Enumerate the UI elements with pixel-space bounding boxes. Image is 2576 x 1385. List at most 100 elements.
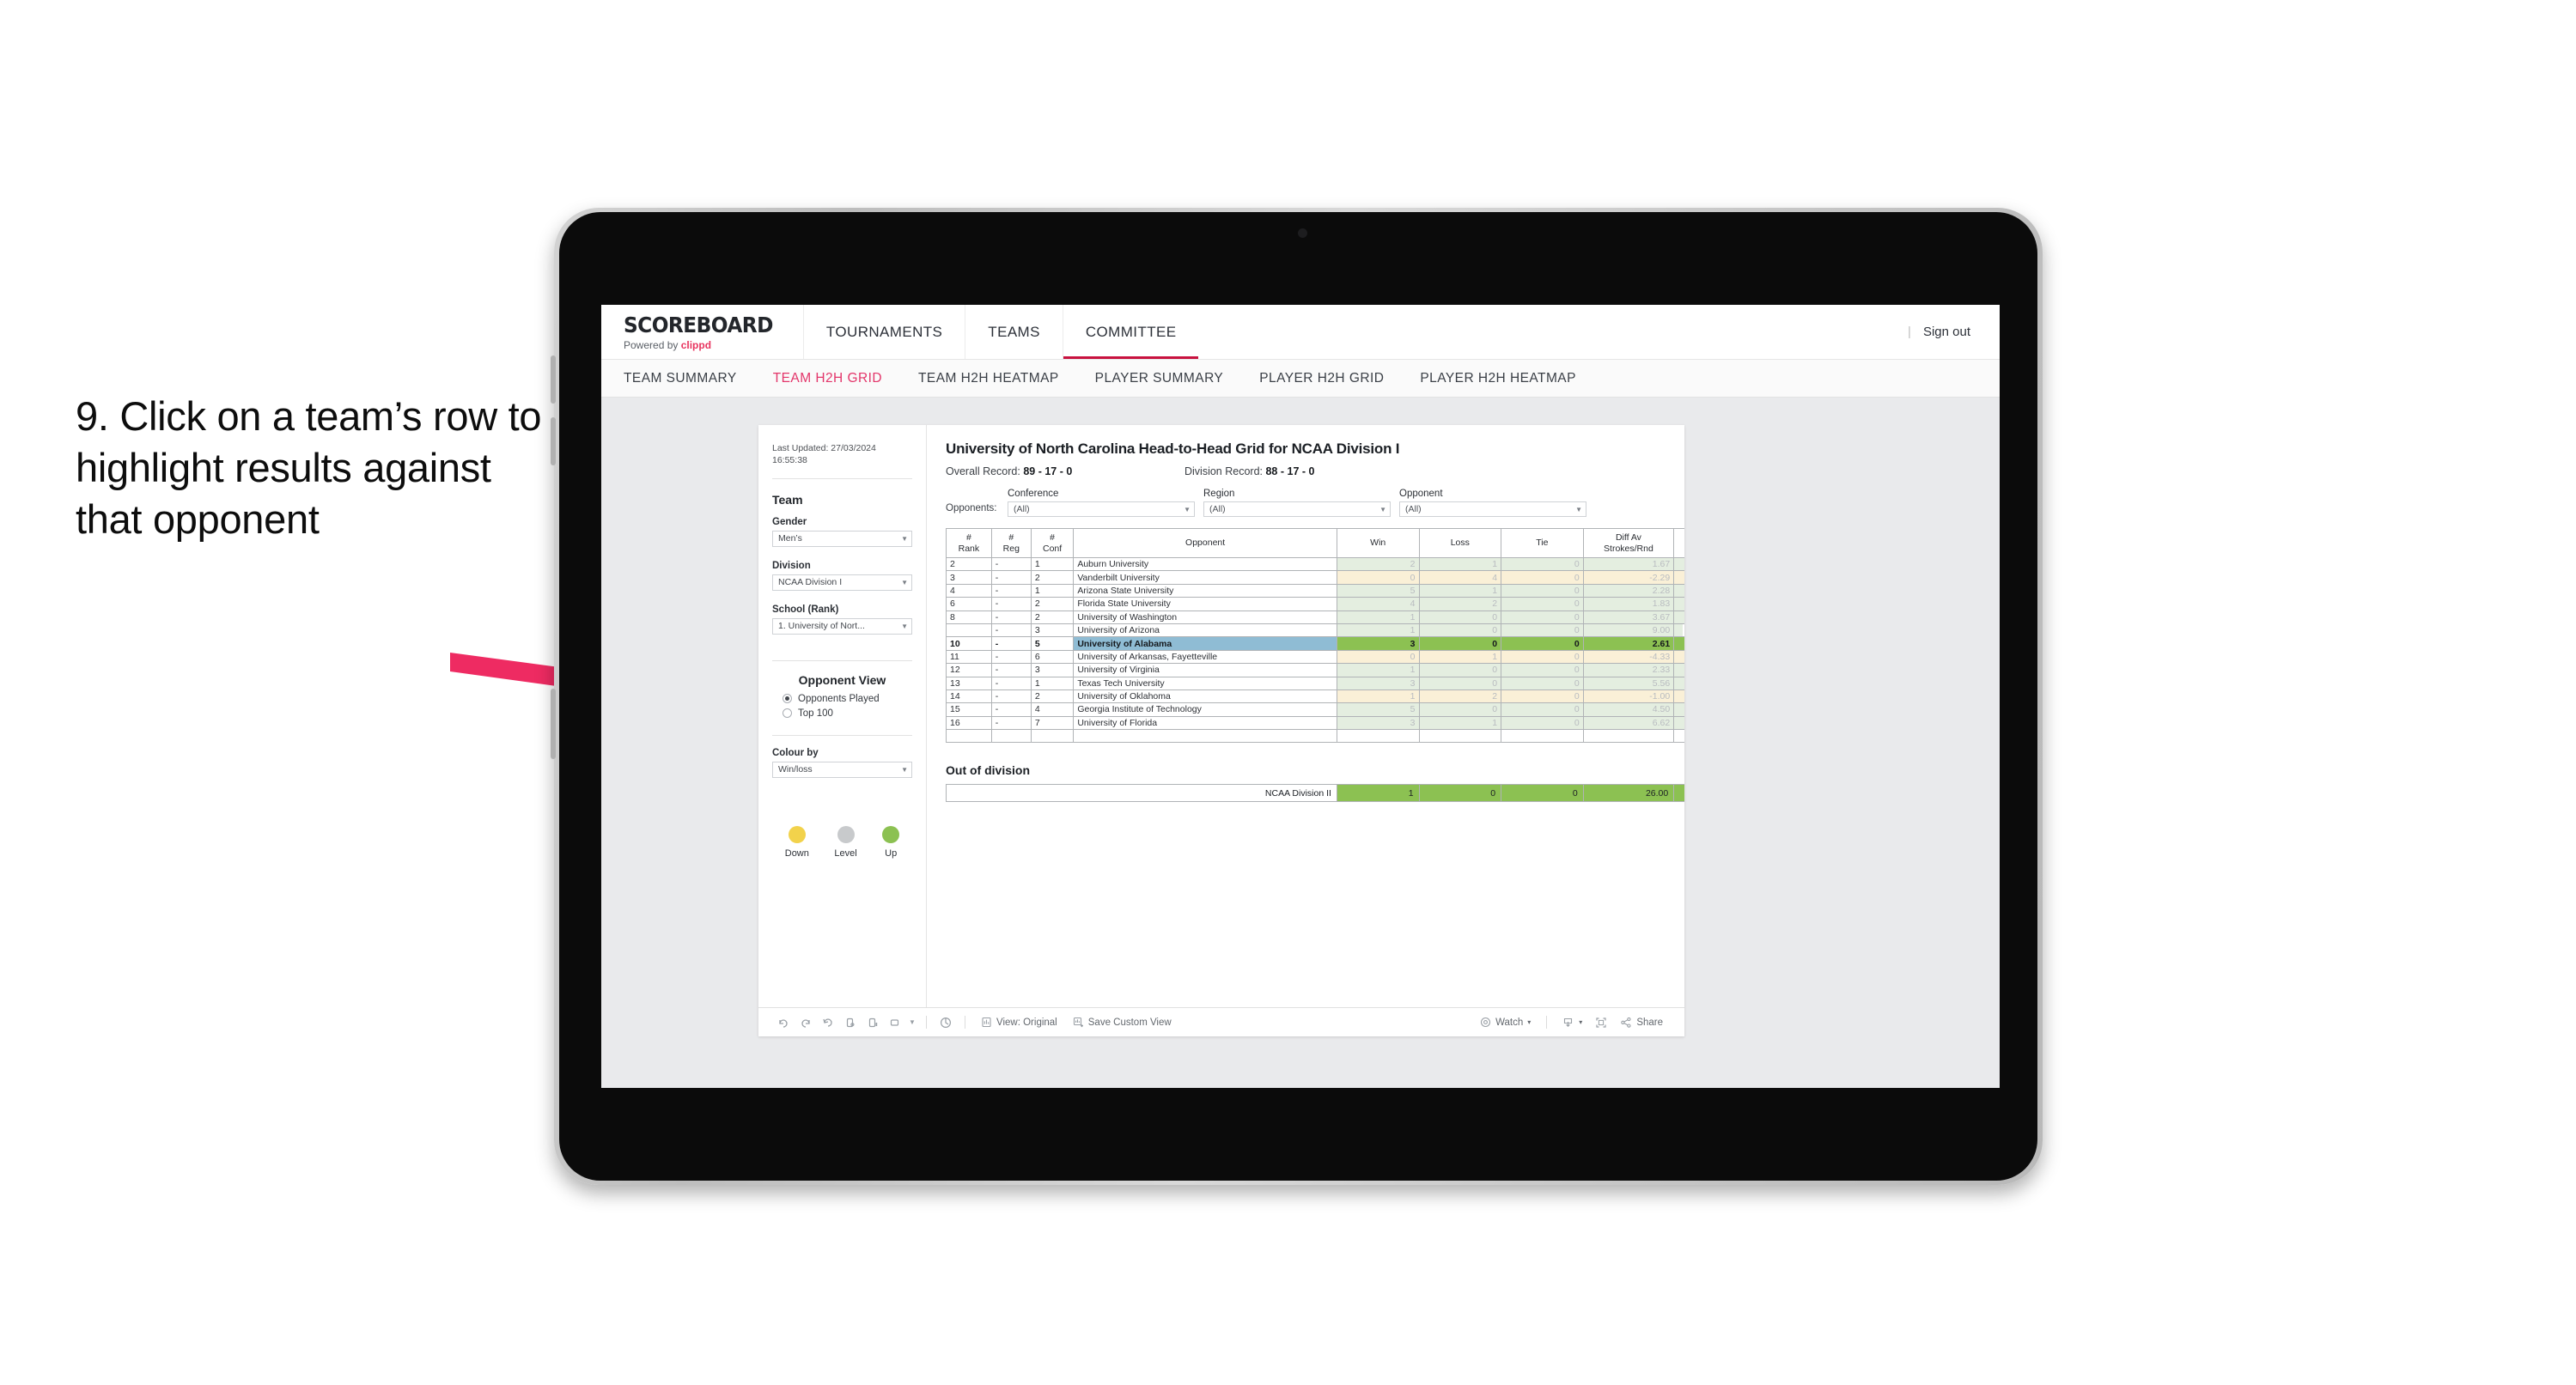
school-rank-select[interactable]: 1. University of Nort... ▼ — [772, 617, 912, 635]
tab-player-h2h-grid[interactable]: PLAYER H2H GRID — [1259, 371, 1384, 386]
colour-by-select[interactable]: Win/loss ▼ — [772, 761, 912, 778]
volume-up-button[interactable] — [551, 355, 556, 404]
division-record-value: 88 - 17 - 0 — [1265, 465, 1315, 477]
chevron-down-icon: ▼ — [901, 622, 908, 630]
cell-win: 3 — [1336, 676, 1420, 690]
gender-select[interactable]: Men’s ▼ — [772, 530, 912, 547]
cell-win: 1 — [1336, 689, 1420, 704]
cell-loss: 0 — [1418, 636, 1502, 651]
undo-icon[interactable] — [772, 1017, 795, 1029]
cell-tie: 0 — [1501, 636, 1584, 651]
radio-opponents-played-label: Opponents Played — [798, 693, 880, 704]
chevron-down-icon: ▼ — [1184, 505, 1191, 513]
cell-opponent: Texas Tech University — [1073, 676, 1337, 690]
radio-opponents-played[interactable]: Opponents Played — [772, 694, 912, 704]
tab-player-summary[interactable]: PLAYER SUMMARY — [1095, 371, 1224, 386]
cell-tie: 0 — [1501, 556, 1584, 572]
conference-filter-select[interactable]: (All) ▼ — [1008, 501, 1195, 517]
cell-win: 1 — [1336, 610, 1420, 624]
cell-loss: 0 — [1418, 702, 1502, 717]
secondary-nav: TEAM SUMMARY TEAM H2H GRID TEAM H2H HEAT… — [601, 360, 2000, 398]
pause-auto-update-icon[interactable] — [935, 1016, 957, 1030]
tab-player-h2h-heatmap[interactable]: PLAYER H2H HEATMAP — [1420, 371, 1576, 386]
refresh-icon[interactable] — [839, 1017, 862, 1029]
cell-diff: 1.83 — [1582, 597, 1675, 611]
viz-panel: University of North Carolina Head-to-Hea… — [927, 425, 1684, 1007]
gender-label: Gender — [772, 516, 807, 527]
chevron-down-icon: ▼ — [1379, 505, 1386, 513]
volume-down-button[interactable] — [551, 417, 556, 465]
spacer-cell — [1582, 729, 1675, 744]
table-row[interactable]: 15-4 Georgia Institute of Technology 5 0 0 4.… — [946, 702, 1684, 717]
cell-tie: 0 — [1501, 649, 1584, 665]
opponent-filter-select[interactable]: (All) ▼ — [1399, 501, 1586, 517]
clear-sheet-icon[interactable] — [884, 1017, 906, 1029]
share-button[interactable]: Share — [1612, 1017, 1671, 1029]
table-row[interactable]: 3-2Vanderbilt University040-2.298 — [946, 570, 1684, 585]
col-win: Win — [1336, 528, 1420, 558]
gender-value: Men’s — [778, 533, 802, 544]
clear-sheet-caret-icon[interactable]: ▼ — [906, 1018, 918, 1026]
cell-rank: 8 — [946, 610, 992, 624]
tab-team-h2h-heatmap[interactable]: TEAM H2H HEATMAP — [918, 371, 1059, 386]
h2h-grid-head: # Rank # Reg # Conf Opponent Win Loss Tie D… — [946, 528, 1684, 558]
cell-opponent: University of Washington — [1073, 610, 1337, 624]
cell-opponent: University of Oklahoma — [1073, 689, 1337, 704]
cell-opponent: Auburn University — [1073, 556, 1337, 572]
tab-team-summary[interactable]: TEAM SUMMARY — [624, 371, 737, 386]
table-row[interactable]: 2-1Auburn University2101.679 — [946, 556, 1684, 572]
col-tie: Tie — [1501, 528, 1584, 558]
table-row[interactable]: 14-2University of Oklahoma120-1.009 — [946, 689, 1684, 704]
redo-icon[interactable] — [795, 1017, 817, 1029]
radio-icon — [783, 708, 792, 719]
table-row[interactable]: -3University of Arizona1009.002 — [946, 623, 1684, 638]
fullscreen-icon[interactable] — [1590, 1017, 1612, 1029]
out-of-division-row[interactable]: NCAA Division II10026.003 — [946, 784, 1684, 803]
cell-diff: 9.00 — [1582, 623, 1675, 638]
table-row[interactable]: 6-2Florida State University4201.8312 — [946, 597, 1684, 611]
col-opponent: Opponent — [1073, 528, 1337, 558]
cell-loss: 2 — [1418, 689, 1502, 704]
spacer-cell — [946, 729, 992, 744]
rounds-bar — [1674, 598, 1684, 610]
brand-logo[interactable]: SCOREBOARD Powered by clippd — [601, 305, 803, 359]
sign-out-link[interactable]: Sign out — [1923, 325, 1970, 339]
watch-button[interactable]: Watch ▾ — [1472, 1017, 1538, 1028]
table-row[interactable]: 16-7University of Florida3106.629 — [946, 715, 1684, 731]
division-select[interactable]: NCAA Division I ▼ — [772, 574, 912, 591]
colour-by-label: Colour by — [772, 747, 819, 758]
pause-icon[interactable] — [862, 1017, 884, 1029]
revert-icon[interactable] — [817, 1017, 839, 1029]
radio-icon — [783, 694, 792, 704]
brand-name: SCOREBOARD — [624, 313, 773, 337]
legend-dot-down-icon — [788, 825, 806, 843]
table-row[interactable]: 10-5University of Alabama3002.618 — [946, 636, 1684, 651]
save-custom-view-button[interactable]: Save Custom View — [1065, 1017, 1179, 1028]
cell-conf: 1 — [1030, 676, 1075, 690]
region-filter-select[interactable]: (All) ▼ — [1203, 501, 1391, 517]
team-group-heading: Team — [772, 492, 803, 507]
cell-diff: -2.29 — [1582, 570, 1675, 585]
table-row[interactable]: 4-1Arizona State University5102.2817 — [946, 583, 1684, 598]
spacer-cell — [990, 729, 1032, 744]
cell-reg: - — [990, 649, 1032, 665]
radio-top-100[interactable]: Top 100 — [772, 708, 912, 719]
cell-opponent: University of Arkansas, Fayetteville — [1073, 649, 1337, 665]
tab-team-h2h-grid[interactable]: TEAM H2H GRID — [773, 371, 882, 386]
ood-cell-rounds: 3 — [1673, 784, 1684, 803]
nav-committee[interactable]: COMMITTEE — [1062, 305, 1199, 359]
cell-tie: 0 — [1501, 570, 1584, 585]
view-original-button[interactable]: View: Original — [973, 1017, 1065, 1028]
table-row[interactable]: 11-6 University of Arkansas, Fayetteville… — [946, 649, 1684, 665]
nav-tournaments[interactable]: TOURNAMENTS — [802, 305, 965, 359]
share-label: Share — [1636, 1017, 1663, 1028]
download-button[interactable]: ▾ — [1555, 1017, 1590, 1029]
cell-opponent: University of Virginia — [1073, 663, 1337, 677]
out-of-division-title: Out of division — [946, 763, 1030, 778]
table-row[interactable]: 8-2University of Washington1003.673 — [946, 610, 1684, 624]
table-row[interactable]: 12-3University of Virginia1002.333 — [946, 663, 1684, 677]
cell-win: 5 — [1336, 702, 1420, 717]
table-row[interactable]: 13-1Texas Tech University3005.569 — [946, 676, 1684, 690]
power-button[interactable] — [551, 689, 556, 759]
nav-teams[interactable]: TEAMS — [965, 305, 1063, 359]
